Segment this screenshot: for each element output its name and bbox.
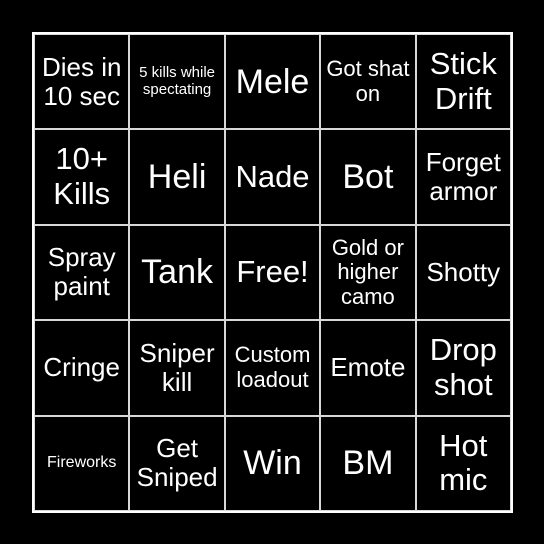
bingo-cell[interactable]: Free! [224, 224, 321, 321]
bingo-cell[interactable]: Spray paint [34, 224, 130, 321]
bingo-cell[interactable]: Shotty [415, 224, 511, 321]
bingo-cell[interactable]: Drop shot [415, 320, 511, 416]
bingo-cell[interactable]: Got shat on [320, 34, 416, 130]
bingo-cell[interactable]: Custom loadout [224, 320, 321, 416]
bingo-cell[interactable]: Emote [320, 320, 416, 416]
bingo-cell-label: Forget armor [425, 146, 501, 207]
bingo-cell-label: Shotty [426, 256, 501, 287]
bingo-cell-label: Sniper kill [139, 337, 215, 397]
bingo-cell-label: Spray paint [47, 242, 116, 302]
bingo-cell-label: 10+ Kills [53, 141, 111, 212]
bingo-cell[interactable]: Mele [224, 34, 321, 130]
bingo-cell[interactable]: Stick Drift [415, 34, 511, 130]
bingo-cell-label: Cringe [43, 352, 120, 383]
bingo-cell-label: Hot mic [439, 427, 488, 498]
bingo-cell-label: Custom loadout [234, 342, 311, 392]
bingo-cell[interactable]: 5 kills while spectating [129, 34, 225, 130]
bingo-cell[interactable]: Fireworks [34, 415, 130, 511]
bingo-cell[interactable]: Nade [224, 129, 321, 225]
bingo-cell-label: Tank [141, 253, 213, 292]
bingo-cell[interactable]: Bot [320, 129, 416, 225]
bingo-cell[interactable]: Tank [129, 224, 225, 321]
bingo-cell-label: BM [342, 444, 394, 483]
bingo-cell[interactable]: Sniper kill [129, 320, 225, 416]
bingo-cell[interactable]: Gold or higher camo [320, 224, 416, 321]
bingo-cell-label: Win [243, 444, 302, 483]
bingo-cell[interactable]: Cringe [34, 320, 130, 416]
bingo-cell[interactable]: BM [320, 415, 416, 511]
bingo-cell-label: Gold or higher camo [331, 234, 404, 309]
bingo-cell-label: Heli [147, 158, 207, 197]
bingo-cell-label: Dies in 10 sec [41, 51, 122, 111]
bingo-cell-label: Drop shot [429, 332, 497, 402]
bingo-cell-label: Get Sniped [136, 433, 218, 493]
bingo-cell[interactable]: Win [224, 415, 321, 511]
bingo-cell[interactable]: Forget armor [415, 129, 511, 225]
bingo-cell-label: Got shat on [326, 56, 410, 106]
bingo-cell-label: 5 kills while spectating [139, 63, 216, 98]
bingo-cell[interactable]: Hot mic [415, 415, 511, 511]
bingo-cell[interactable]: Heli [129, 129, 225, 225]
bingo-cell-label: Fireworks [47, 454, 117, 472]
bingo-board: Dies in 10 sec 5 kills while spectating Me… [32, 32, 513, 513]
bingo-cell[interactable]: Get Sniped [129, 415, 225, 511]
bingo-cell-label: Emote [330, 352, 406, 383]
bingo-cell[interactable]: 10+ Kills [34, 129, 130, 225]
bingo-cell-label: Mele [235, 62, 310, 101]
bingo-cell-label: Bot [342, 158, 394, 197]
bingo-cell-label: Free! [236, 254, 309, 290]
bingo-cell-label: Nade [235, 158, 310, 194]
bingo-cell-label: Stick Drift [429, 45, 497, 116]
bingo-cell[interactable]: Dies in 10 sec [34, 34, 130, 130]
